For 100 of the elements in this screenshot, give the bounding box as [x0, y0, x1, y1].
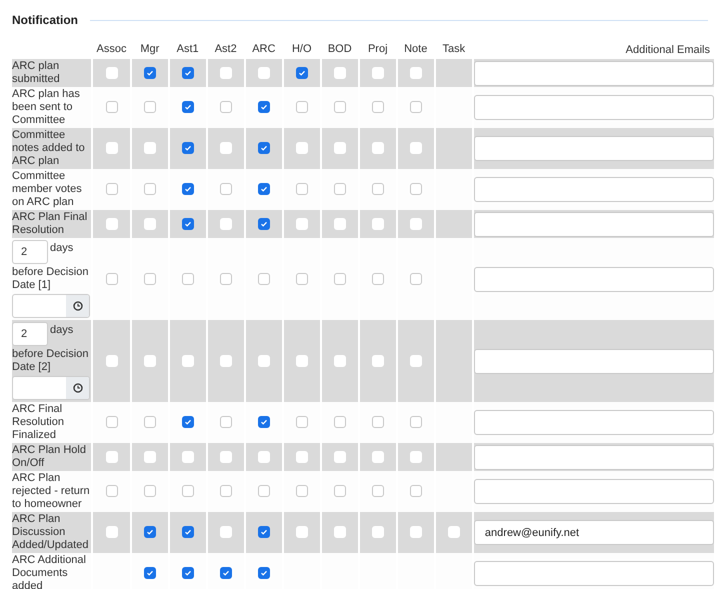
checkbox[interactable] [334, 416, 346, 428]
checkbox[interactable] [296, 485, 308, 498]
checkbox[interactable] [182, 142, 194, 154]
checkbox[interactable] [182, 526, 194, 538]
column-header: Additional Emails [626, 44, 710, 56]
checkbox[interactable] [144, 101, 156, 114]
checkbox[interactable] [296, 66, 308, 79]
checkbox[interactable] [144, 485, 156, 498]
notification-label: before Decision Date [2] [12, 348, 90, 374]
checkbox[interactable] [182, 183, 194, 196]
checkbox[interactable] [296, 183, 308, 196]
date-field[interactable] [12, 376, 90, 400]
notification-label: ARC plan submitted [12, 60, 61, 86]
column-header: ARC [252, 43, 276, 56]
checkmark-icon [184, 220, 192, 228]
checkmark-icon [146, 68, 154, 77]
checkbox[interactable] [296, 272, 308, 285]
checkbox[interactable] [372, 416, 384, 428]
checkbox[interactable] [220, 101, 232, 114]
checkmark-icon [184, 528, 192, 536]
email-field[interactable]: andrew@eunify.net [474, 520, 714, 545]
checkbox[interactable] [410, 272, 422, 285]
checkbox[interactable] [106, 272, 118, 285]
email-field[interactable] [474, 60, 714, 86]
checkbox[interactable] [182, 66, 194, 79]
checkbox[interactable] [372, 272, 384, 285]
checkmark-icon [184, 103, 192, 112]
checkbox[interactable] [106, 416, 118, 428]
checkbox[interactable] [258, 272, 270, 285]
days-field[interactable]: 2 [12, 240, 48, 264]
checkbox[interactable] [106, 485, 118, 498]
email-field[interactable] [474, 410, 714, 435]
checkbox[interactable] [220, 272, 232, 285]
checkbox[interactable] [220, 567, 232, 580]
checkbox[interactable] [410, 183, 422, 196]
email-field[interactable] [474, 561, 714, 586]
days-label: days [50, 241, 74, 255]
checkbox[interactable] [334, 485, 346, 498]
date-field[interactable] [12, 294, 90, 318]
checkmark-icon [146, 528, 154, 536]
checkbox[interactable] [372, 485, 384, 498]
checkbox[interactable] [220, 416, 232, 428]
checkbox[interactable] [296, 416, 308, 428]
checkmark-icon [146, 569, 154, 578]
checkbox[interactable] [258, 183, 270, 196]
checkbox[interactable] [258, 416, 270, 428]
checkbox[interactable] [106, 101, 118, 114]
checkbox[interactable] [144, 526, 156, 538]
email-field[interactable] [474, 177, 714, 202]
checkmark-icon [184, 68, 192, 77]
checkbox[interactable] [144, 567, 156, 580]
checkbox[interactable] [410, 485, 422, 498]
days-field[interactable]: 2 [12, 322, 48, 346]
checkbox[interactable] [258, 567, 270, 580]
checkbox[interactable] [220, 183, 232, 196]
days-label: days [50, 323, 74, 337]
notification-label: ARC Plan Hold On/Off [12, 444, 87, 470]
checkbox[interactable] [144, 183, 156, 196]
checkbox[interactable] [258, 142, 270, 154]
checkbox[interactable] [182, 416, 194, 428]
checkbox[interactable] [182, 218, 194, 230]
email-field[interactable] [474, 444, 714, 470]
email-field[interactable] [474, 479, 714, 504]
checkbox[interactable] [182, 567, 194, 580]
checkbox[interactable] [144, 272, 156, 285]
email-field[interactable] [474, 348, 714, 374]
checkbox[interactable] [182, 485, 194, 498]
checkmark-icon [222, 569, 230, 578]
checkbox[interactable] [372, 183, 384, 196]
email-field[interactable] [474, 266, 714, 292]
checkbox[interactable] [182, 272, 194, 285]
checkbox[interactable] [334, 101, 346, 114]
email-field[interactable] [474, 212, 714, 236]
checkmark-icon [260, 144, 268, 152]
column-header: Ast2 [214, 43, 237, 56]
checkbox[interactable] [106, 183, 118, 196]
clock-button[interactable] [66, 377, 89, 399]
checkmark-icon [260, 569, 268, 578]
email-field[interactable] [474, 136, 714, 161]
checkbox[interactable] [258, 526, 270, 538]
checkbox[interactable] [296, 101, 308, 114]
checkbox[interactable] [334, 183, 346, 196]
notification-label: Committee notes added to ARC plan [12, 129, 86, 168]
checkbox[interactable] [144, 66, 156, 79]
checkbox[interactable] [258, 218, 270, 230]
checkmark-icon [184, 569, 192, 578]
checkbox[interactable] [220, 485, 232, 498]
email-field[interactable] [474, 95, 714, 120]
checkbox[interactable] [410, 101, 422, 114]
clock-button[interactable] [66, 295, 89, 317]
checkbox[interactable] [182, 101, 194, 114]
checkbox[interactable] [258, 101, 270, 114]
checkbox[interactable] [372, 101, 384, 114]
checkbox[interactable] [334, 272, 346, 285]
column-header: Note [404, 43, 428, 56]
checkbox[interactable] [258, 485, 270, 498]
checkbox[interactable] [410, 416, 422, 428]
notification-label: ARC plan has been sent to Committee [12, 88, 81, 127]
checkbox[interactable] [144, 416, 156, 428]
notification-label: ARC Plan rejected - return to homeowner [12, 472, 90, 511]
